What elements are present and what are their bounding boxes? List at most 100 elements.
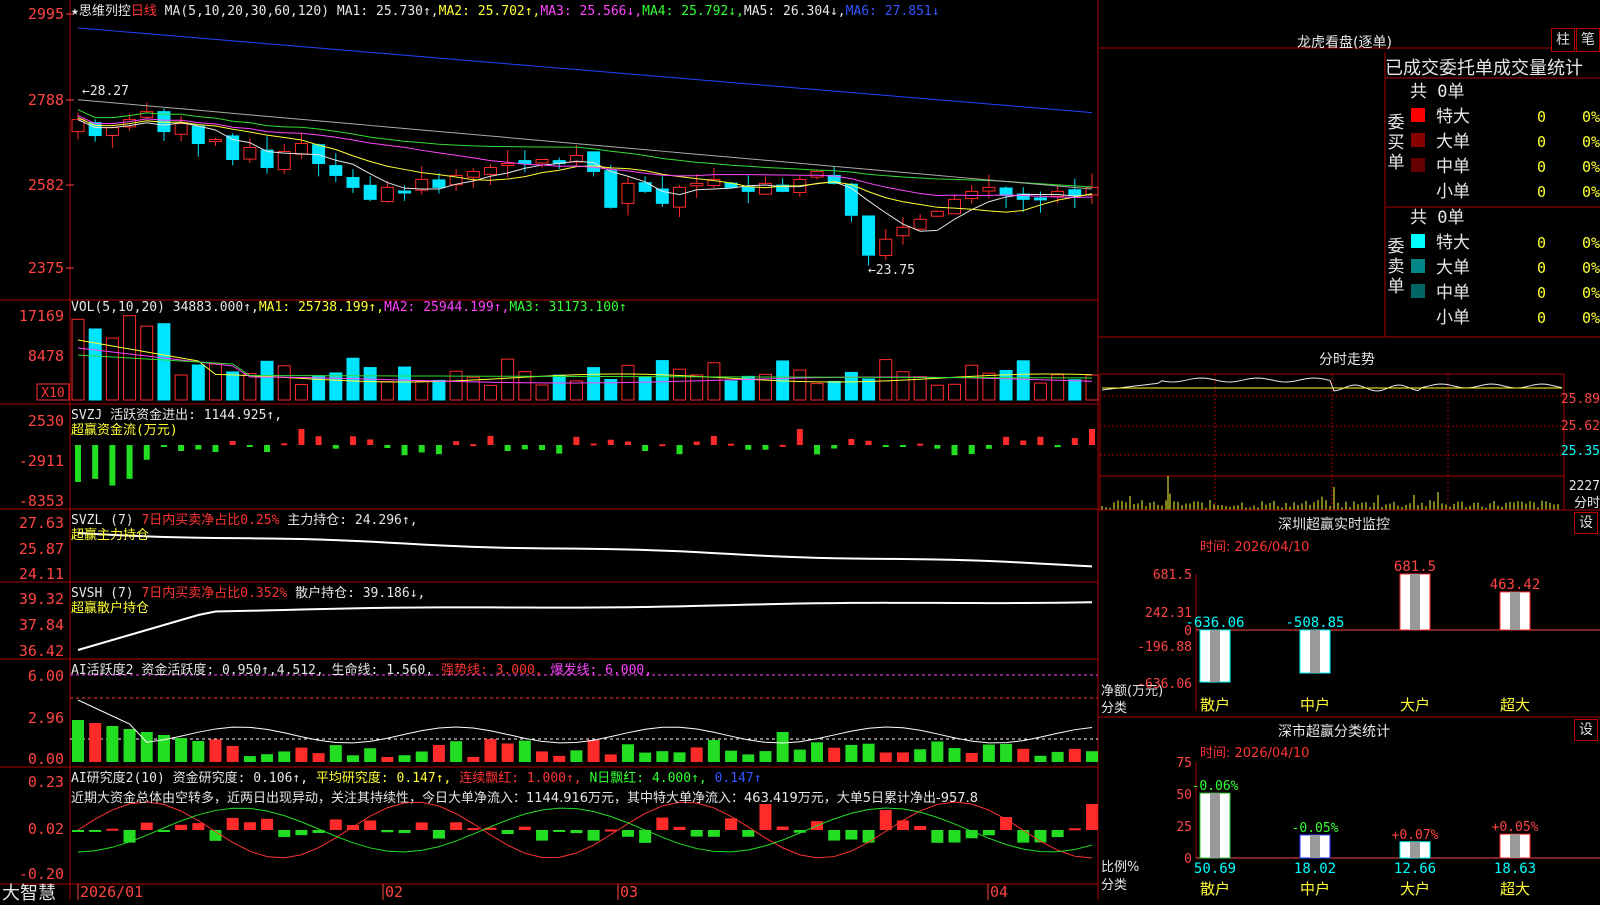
sell-row-count: 0 [1537,309,1546,327]
volume-bar [449,370,463,401]
flow-bar [521,445,528,450]
volume-bar [655,360,669,401]
volume-bar [329,372,343,401]
volume-bar [827,380,841,401]
volume-bar [1068,379,1082,401]
research-bar [415,822,428,830]
research-bar [931,830,944,843]
activity-bar [982,744,995,762]
svsh-ratio: 7日内买卖净占比0.352% [141,586,288,601]
ai1-life: 生命线: 1.560, [331,663,434,678]
activity-bar [742,754,755,762]
volume-bar [1033,382,1047,401]
vol-unit-label: X10 [41,386,64,401]
activity-bar [415,751,428,762]
activity-bar [879,752,892,762]
buy-row-count: 0 [1537,158,1546,176]
activity-bar [707,740,720,762]
research-bar [725,818,738,830]
monitor-settings-button[interactable]: 设 [1574,512,1598,534]
flow-bar [710,435,717,445]
activity-bar [243,756,256,762]
activity-bar [89,723,102,762]
activity-bar [914,749,927,762]
brand-logo: 大智慧 [2,883,56,904]
candle-body [518,160,532,164]
x-axis-label: 02 [385,883,403,900]
flow-bar [298,429,305,445]
monitor-category: 散户 [1200,696,1230,714]
research-bar [845,830,858,840]
ai1-y-tick: 2.96 [28,709,64,727]
vol-ma1: MA1: 25738.199↑, [258,300,385,315]
activity-bar [501,743,514,762]
activity-bar [1068,748,1081,762]
activity-bar [1051,751,1064,762]
low-label: ←23.75 [868,263,915,278]
candle-body [398,190,412,194]
sell-label-char: 单 [1388,277,1405,297]
pen-mode-button[interactable]: 笔 [1576,28,1600,52]
flow-bar [899,445,906,447]
candle-body [879,238,893,257]
volume-bar [535,384,549,401]
candle-body [587,151,601,172]
flow-bar [985,445,992,449]
candle-body [346,177,360,188]
flow-bar [453,441,460,445]
svzl-y-tick: 24.11 [19,565,64,583]
activity-bar [811,742,824,762]
activity-bar [364,748,377,762]
flow-bar [487,435,494,445]
volume-bar [432,379,446,401]
flow-bar [281,443,288,446]
research-bar [1068,828,1081,831]
monitor-value-label: -636.06 [1185,615,1244,631]
monitor-bar-shade [1510,591,1520,630]
research-bar [175,824,188,830]
vol-y-tick: 17169 [19,307,64,325]
candle-body [535,158,549,164]
candle-body [174,123,188,135]
classify-value-label: 18.63 [1494,861,1536,877]
period-label[interactable]: 日线 [131,4,157,19]
activity-bar [1000,743,1013,762]
buy-label-char: 买 [1388,133,1405,153]
sell-row-count: 0 [1537,259,1546,277]
flow-bar [109,445,116,486]
ai1-label: AI活跃度2 [71,663,134,678]
flow-bar [590,443,597,446]
candle-body [105,127,119,137]
research-bar [759,804,772,830]
research-bar [467,828,480,831]
flow-bar [504,445,511,452]
svzl-hold: 主力持仓: 24.296↑, [287,513,418,528]
ma6-value: MA6: 27.851↓ [845,4,940,19]
ai1-active: 资金活跃度: 0.950↑,4.512, [141,663,324,678]
candle-body [208,139,222,143]
activity-bar [604,754,617,762]
classify-category: 大户 [1400,880,1430,898]
buy-row-pct: 0% [1582,108,1600,126]
buy-row-label: 大单 [1436,132,1470,152]
monitor-category: 超大 [1500,696,1530,714]
candle-body [844,183,858,216]
sell-row-label: 小单 [1436,308,1470,328]
candle-body [896,226,910,237]
volume-bar [105,337,119,401]
retail-hold-line [77,601,1093,651]
flow-bar [1003,436,1010,445]
research-bar [742,830,755,837]
candle-body [690,182,704,187]
bar-mode-button[interactable]: 柱 [1551,28,1575,52]
candle-body [466,170,480,178]
ma-label: MA(5,10,20,30,60,120) [164,4,330,19]
classify-settings-button[interactable]: 设 [1574,719,1598,741]
activity-bar [862,743,875,762]
flow-bar [160,445,167,447]
research-bar [896,820,909,830]
stock-title[interactable]: ★思维列控 [71,4,131,19]
volume-bar [1016,360,1030,401]
volume-bar [587,367,601,401]
flow-bar [693,441,700,445]
